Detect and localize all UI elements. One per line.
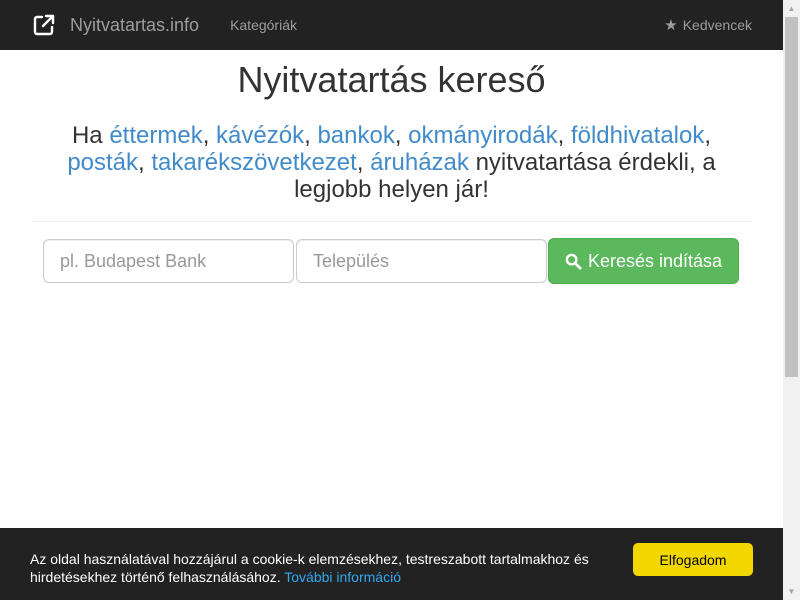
search-icon bbox=[565, 253, 582, 270]
main-content: Nyitvatartás kereső Ha éttermek, kávézók… bbox=[32, 50, 751, 284]
link-bankok[interactable]: bankok bbox=[317, 122, 394, 149]
scroll-thumb[interactable] bbox=[785, 17, 798, 377]
link-takarekszovetkezet[interactable]: takarékszövetkezet bbox=[151, 149, 356, 176]
search-button[interactable]: Keresés indítása bbox=[548, 238, 739, 284]
intro-suffix: nyitvatartása érdekli, a legjobb helyen … bbox=[294, 149, 716, 203]
link-postak[interactable]: posták bbox=[67, 149, 138, 176]
divider bbox=[32, 221, 751, 222]
cookie-accept-button[interactable]: Elfogadom bbox=[633, 543, 753, 576]
brand-name: Nyitvatartas.info bbox=[70, 14, 200, 35]
link-aruhazak[interactable]: áruházak bbox=[370, 149, 469, 176]
scroll-down-arrow-icon[interactable]: ▼ bbox=[783, 583, 800, 600]
external-link-icon bbox=[33, 14, 55, 36]
nav-favorites[interactable]: ★ Kedvencek bbox=[664, 16, 752, 34]
cookie-more-info-link[interactable]: További információ bbox=[284, 569, 401, 585]
search-city-input[interactable] bbox=[296, 239, 547, 283]
scroll-up-arrow-icon[interactable]: ▲ bbox=[783, 0, 800, 17]
search-form: Keresés indítása bbox=[43, 238, 739, 284]
intro-prefix: Ha bbox=[71, 122, 103, 149]
link-kavezok[interactable]: kávézók bbox=[216, 122, 304, 149]
link-okmanyirodak[interactable]: okmányirodák bbox=[408, 122, 557, 149]
cookie-message: Az oldal használatával hozzájárul a cook… bbox=[30, 550, 640, 586]
page-title: Nyitvatartás kereső bbox=[237, 59, 546, 100]
star-icon: ★ bbox=[664, 17, 678, 34]
link-foldhivatalok[interactable]: földhivatalok bbox=[571, 122, 704, 149]
search-name-input[interactable] bbox=[43, 239, 294, 283]
cookie-banner: Az oldal használatával hozzájárul a cook… bbox=[0, 528, 783, 600]
page-scrollbar[interactable]: ▲ ▼ bbox=[783, 0, 800, 600]
navbar: Nyitvatartas.info Kategóriák ★ Kedvencek bbox=[0, 0, 783, 50]
brand-link[interactable]: Nyitvatartas.info bbox=[32, 13, 199, 37]
nav-categories[interactable]: Kategóriák bbox=[230, 17, 297, 33]
search-button-label: Keresés indítása bbox=[587, 250, 723, 271]
intro-text: Ha éttermek, kávézók, bankok, okmányirod… bbox=[67, 122, 716, 203]
link-ettermek[interactable]: éttermek bbox=[109, 122, 202, 149]
nav-favorites-label: Kedvencek bbox=[682, 17, 752, 33]
